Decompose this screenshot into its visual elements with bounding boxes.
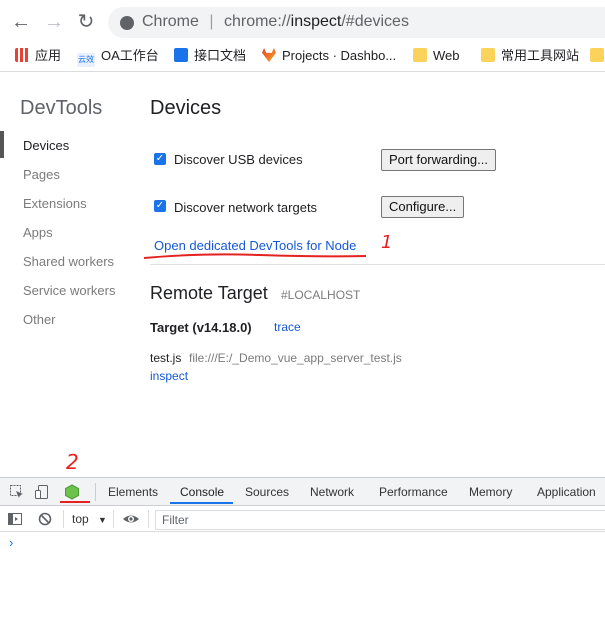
bookmark-label: 应用 (35, 48, 62, 63)
chevron-down-icon: ▼ (98, 515, 107, 525)
clear-console-icon[interactable] (37, 511, 53, 527)
annotation-mark-1: 1 (381, 232, 393, 253)
inspect-link[interactable]: inspect (150, 369, 188, 383)
apps-grid-icon (15, 48, 29, 62)
bookmark-oa[interactable]: 云效 OA工作台 (77, 47, 159, 67)
target-file-name: test.js (150, 351, 182, 365)
folder-icon (590, 48, 604, 62)
filter-placeholder: Filter (162, 513, 189, 527)
toolbar-divider (113, 510, 114, 528)
chrome-site-icon (120, 16, 134, 30)
reload-icon[interactable]: ↻ (75, 11, 97, 33)
configure-button[interactable]: Configure... (381, 196, 465, 218)
bookmark-tools[interactable]: 常用工具网站 (481, 47, 579, 65)
context-select-value: top (72, 512, 89, 526)
back-arrow-icon[interactable]: ← (10, 11, 32, 33)
gitlab-icon (262, 48, 276, 62)
section-divider (150, 264, 605, 265)
omnibox-url-prefix: chrome:// (223, 13, 291, 30)
trace-link[interactable]: trace (274, 320, 301, 334)
discover-network-checkbox[interactable]: ✓ (154, 200, 166, 212)
device-toolbar-icon[interactable] (34, 484, 50, 500)
folder-icon (413, 48, 427, 62)
annotation-node-underline (60, 501, 90, 503)
console-prompt-icon[interactable]: › (9, 535, 13, 550)
tab-sources[interactable]: Sources (245, 485, 289, 499)
omnibox-url-suffix: /#devices (341, 13, 409, 30)
toolbar-divider (63, 510, 64, 528)
bookmark-overflow[interactable] (590, 47, 605, 65)
discover-usb-checkbox[interactable]: ✓ (154, 153, 166, 165)
tab-performance[interactable]: Performance (379, 485, 448, 499)
nav-title: DevTools (20, 97, 103, 119)
doc-icon (174, 48, 188, 62)
annotation-underline (143, 253, 367, 259)
bookmark-label: 接口文档 (194, 48, 247, 63)
omnibox-url-host: inspect (290, 13, 342, 30)
bookmark-label: 常用工具网站 (501, 48, 580, 63)
forward-arrow-icon[interactable]: → (43, 11, 65, 33)
sidebar-toggle-icon[interactable] (7, 511, 23, 527)
nav-item-apps[interactable]: Apps (23, 225, 53, 240)
bookmark-label: Web (433, 48, 460, 63)
port-forwarding-button[interactable]: Port forwarding... (381, 149, 496, 171)
bookmark-projects[interactable]: Projects · Dashbo... (262, 47, 396, 65)
remote-target-host: #LOCALHOST (281, 288, 361, 302)
node-devtools-icon[interactable] (64, 484, 80, 500)
remote-target-title: Remote Target (150, 283, 268, 303)
bookmark-label: OA工作台 (101, 48, 159, 63)
tab-network[interactable]: Network (310, 485, 354, 499)
omnibox-text[interactable]: Chrome | chrome://inspect/#devices (142, 13, 409, 31)
folder-icon (481, 48, 495, 62)
nav-item-pages[interactable]: Pages (23, 167, 60, 182)
target-name: Target (v14.18.0) (150, 320, 252, 335)
omnibox-site-label: Chrome (142, 13, 199, 30)
devices-title: Devices (150, 97, 222, 119)
context-select[interactable]: top ▼ (72, 512, 107, 526)
active-tab-indicator (170, 502, 233, 504)
nav-item-other[interactable]: Other (23, 312, 56, 327)
nav-active-indicator (0, 131, 4, 158)
oa-logo-icon: 云效 (77, 53, 95, 67)
toolbar-divider (148, 510, 149, 528)
nav-item-extensions[interactable]: Extensions (23, 196, 87, 211)
nav-item-service-workers[interactable]: Service workers (23, 283, 115, 298)
bookmark-label: Projects · Dashbo... (282, 48, 397, 63)
filter-input[interactable] (155, 510, 605, 530)
live-expression-eye-icon[interactable] (122, 511, 139, 527)
annotation-mark-2: 2 (66, 450, 79, 474)
tab-memory[interactable]: Memory (469, 485, 512, 499)
nav-item-devices[interactable]: Devices (23, 138, 69, 153)
toolbar-divider (95, 483, 96, 501)
inspect-element-icon[interactable] (9, 484, 25, 500)
discover-usb-label: Discover USB devices (174, 152, 303, 167)
bookmark-api-docs[interactable]: 接口文档 (174, 47, 246, 65)
nav-item-shared-workers[interactable]: Shared workers (23, 254, 114, 269)
bookmark-web[interactable]: Web (413, 47, 460, 65)
bookmark-apps[interactable]: 应用 (15, 47, 61, 65)
target-file-path: file:///E:/_Demo_vue_app_server_test.js (189, 351, 402, 365)
omnibox-separator: | (209, 13, 214, 30)
tab-application[interactable]: Application (537, 485, 596, 499)
tab-elements[interactable]: Elements (108, 485, 158, 499)
tab-console[interactable]: Console (180, 485, 224, 499)
discover-network-label: Discover network targets (174, 200, 318, 215)
